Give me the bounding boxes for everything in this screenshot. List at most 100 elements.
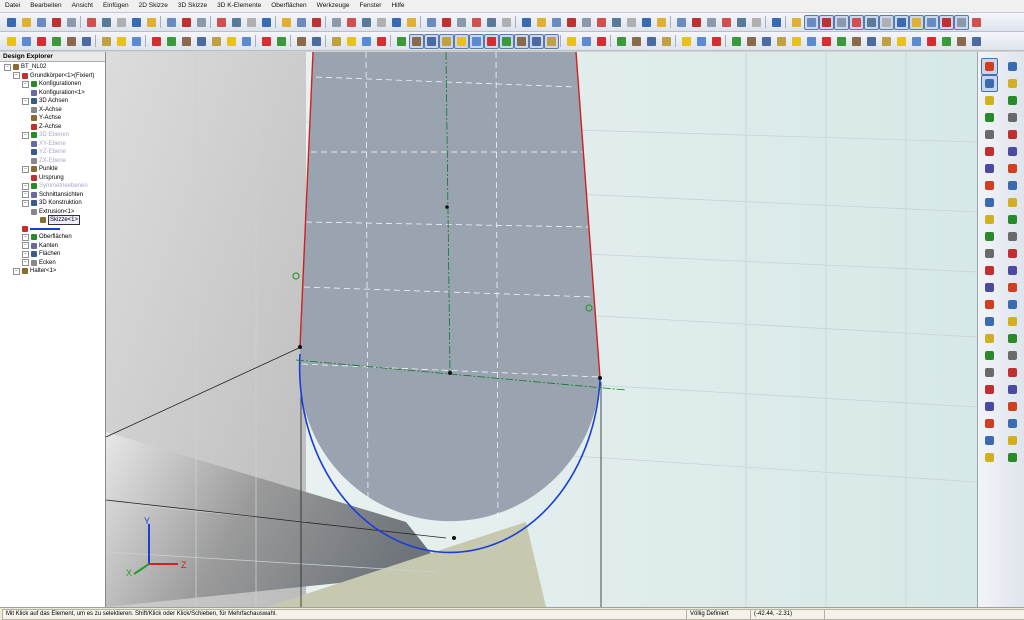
toolbar-button[interactable] xyxy=(374,15,389,30)
menu-item[interactable]: Fenster xyxy=(354,0,386,12)
toolbar-button[interactable] xyxy=(909,34,924,49)
toolbar-button[interactable] xyxy=(624,15,639,30)
toolbar-button[interactable] xyxy=(309,34,324,49)
toolbar-button[interactable] xyxy=(789,15,804,30)
toolbar-button[interactable] xyxy=(804,34,819,49)
toolbar-button[interactable] xyxy=(529,34,544,49)
toolbar-button[interactable] xyxy=(144,15,159,30)
toolbar-button[interactable] xyxy=(704,15,719,30)
tree-item[interactable]: − Kanten xyxy=(22,242,58,250)
toolbar-button[interactable] xyxy=(804,15,819,30)
tree-expander-icon[interactable]: − xyxy=(22,199,29,207)
toolbar-button[interactable] xyxy=(64,15,79,30)
tree-item[interactable]: Konfiguration<1> xyxy=(31,89,85,97)
sketch-tool-button[interactable] xyxy=(1004,279,1021,296)
menu-item[interactable]: Werkzeuge xyxy=(312,0,355,12)
toolbar-button[interactable] xyxy=(564,34,579,49)
sketch-tool-button[interactable] xyxy=(1004,398,1021,415)
sketch-point[interactable] xyxy=(298,345,302,349)
tree-item[interactable]: − Konfigurationen xyxy=(22,80,81,88)
toolbar-button[interactable] xyxy=(64,34,79,49)
3d-viewport[interactable]: Y Z X xyxy=(106,52,977,607)
tree-expander-icon[interactable]: − xyxy=(4,63,11,71)
toolbar-button[interactable] xyxy=(19,34,34,49)
toolbar-button[interactable] xyxy=(329,15,344,30)
toolbar-button[interactable] xyxy=(819,15,834,30)
toolbar-button[interactable] xyxy=(534,15,549,30)
toolbar-button[interactable] xyxy=(689,15,704,30)
toolbar-button[interactable] xyxy=(864,34,879,49)
toolbar-button[interactable] xyxy=(404,15,419,30)
sketch-tool-button[interactable] xyxy=(1004,177,1021,194)
sketch-tool-button[interactable] xyxy=(981,75,998,92)
toolbar-button[interactable] xyxy=(759,34,774,49)
tree-item[interactable]: YZ-Ebene xyxy=(31,148,66,156)
toolbar-button[interactable] xyxy=(469,15,484,30)
sketch-tool-button[interactable] xyxy=(1004,262,1021,279)
menu-item[interactable]: Ansicht xyxy=(67,0,98,12)
toolbar-button[interactable] xyxy=(774,34,789,49)
toolbar-button[interactable] xyxy=(879,34,894,49)
toolbar-button[interactable] xyxy=(49,34,64,49)
toolbar-button[interactable] xyxy=(239,34,254,49)
tree-item[interactable]: X-Achse xyxy=(31,106,62,114)
tree-expander-icon[interactable]: − xyxy=(22,233,29,241)
toolbar-button[interactable] xyxy=(769,15,784,30)
sketch-tool-button[interactable] xyxy=(981,194,998,211)
toolbar-button[interactable] xyxy=(579,34,594,49)
toolbar-button[interactable] xyxy=(499,34,514,49)
toolbar-button[interactable] xyxy=(129,34,144,49)
sketch-tool-button[interactable] xyxy=(981,432,998,449)
toolbar-button[interactable] xyxy=(194,15,209,30)
tree-item[interactable]: Y-Achse xyxy=(31,114,61,122)
toolbar-button[interactable] xyxy=(99,15,114,30)
sketch-tool-button[interactable] xyxy=(981,109,998,126)
toolbar-button[interactable] xyxy=(849,15,864,30)
toolbar-button[interactable] xyxy=(129,15,144,30)
tree-item[interactable]: ZX-Ebene xyxy=(31,157,66,165)
toolbar-button[interactable] xyxy=(644,34,659,49)
sketch-tool-button[interactable] xyxy=(981,58,998,75)
sketch-tool-button[interactable] xyxy=(981,160,998,177)
toolbar-button[interactable] xyxy=(309,15,324,30)
toolbar-button[interactable] xyxy=(424,15,439,30)
toolbar-button[interactable] xyxy=(894,34,909,49)
toolbar-button[interactable] xyxy=(114,34,129,49)
toolbar-button[interactable] xyxy=(484,15,499,30)
toolbar-button[interactable] xyxy=(439,34,454,49)
sketch-tool-button[interactable] xyxy=(981,126,998,143)
sketch-tool-button[interactable] xyxy=(981,143,998,160)
toolbar-button[interactable] xyxy=(674,15,689,30)
tree-expander-icon[interactable]: − xyxy=(13,72,20,79)
toolbar-button[interactable] xyxy=(49,15,64,30)
sketch-tool-button[interactable] xyxy=(1004,160,1021,177)
toolbar-button[interactable] xyxy=(499,15,514,30)
toolbar-button[interactable] xyxy=(789,34,804,49)
tree-item[interactable]: − BT_NL02 xyxy=(4,63,46,71)
sketch-tool-button[interactable] xyxy=(981,262,998,279)
toolbar-button[interactable] xyxy=(19,15,34,30)
toolbar-button[interactable] xyxy=(114,15,129,30)
toolbar-button[interactable] xyxy=(819,34,834,49)
toolbar-button[interactable] xyxy=(864,15,879,30)
toolbar-button[interactable] xyxy=(749,15,764,30)
toolbar-button[interactable] xyxy=(654,15,669,30)
menu-item[interactable]: Einfügen xyxy=(98,0,134,12)
toolbar-button[interactable] xyxy=(629,34,644,49)
toolbar-button[interactable] xyxy=(389,15,404,30)
sketch-point[interactable] xyxy=(598,376,602,380)
toolbar-button[interactable] xyxy=(259,15,274,30)
toolbar-button[interactable] xyxy=(294,15,309,30)
tree-item[interactable]: − Punkte xyxy=(22,165,58,173)
toolbar-button[interactable] xyxy=(374,34,389,49)
tree-expander-icon[interactable]: − xyxy=(22,259,29,266)
toolbar-button[interactable] xyxy=(594,15,609,30)
toolbar-button[interactable] xyxy=(344,34,359,49)
toolbar-button[interactable] xyxy=(609,15,624,30)
tree-expander-icon[interactable]: − xyxy=(13,267,20,275)
tree-item[interactable]: Ursprung xyxy=(31,174,64,182)
toolbar-button[interactable] xyxy=(149,34,164,49)
sketch-tool-button[interactable] xyxy=(1004,296,1021,313)
toolbar-button[interactable] xyxy=(179,15,194,30)
toolbar-button[interactable] xyxy=(454,15,469,30)
